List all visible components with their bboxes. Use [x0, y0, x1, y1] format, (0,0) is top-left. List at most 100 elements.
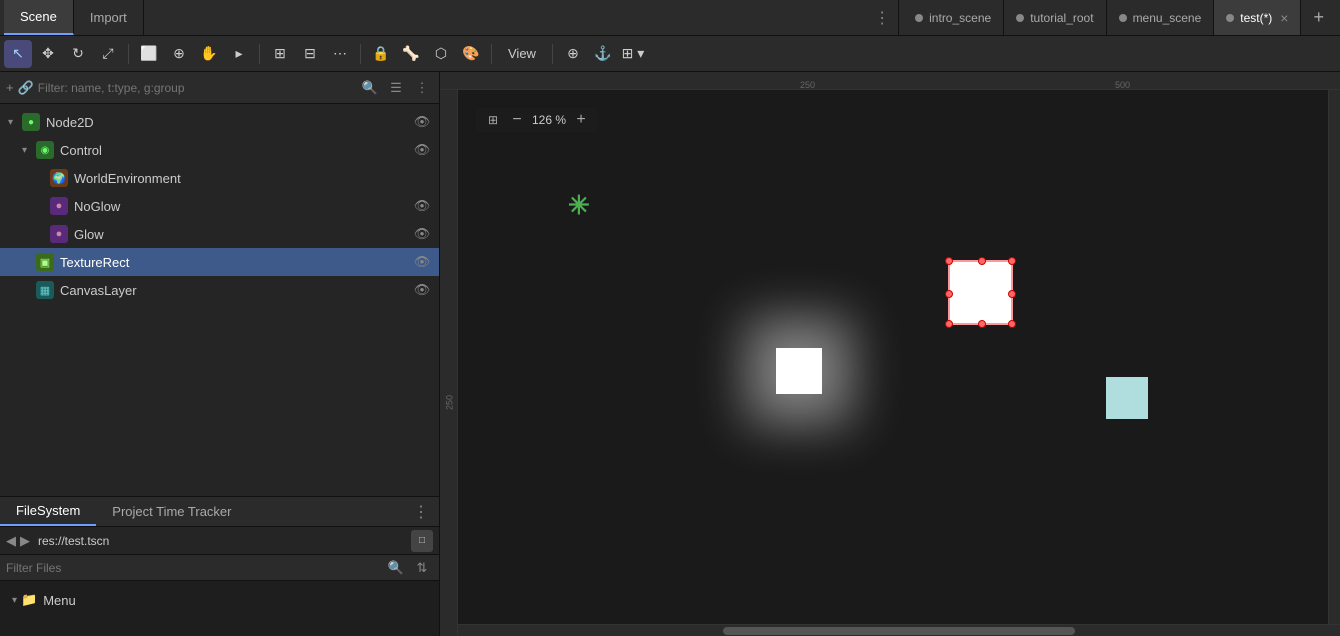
glow-label: Glow [74, 227, 413, 242]
visibility-icon[interactable]: 👁 [413, 142, 431, 158]
tab-intro-scene[interactable]: intro_scene [903, 0, 1004, 35]
tool-anchor[interactable]: ⚓ [589, 40, 617, 68]
tool-scale[interactable]: ⤢ [94, 40, 122, 68]
glow-icon: ● [50, 225, 68, 243]
tool-snap[interactable]: ⋯ [326, 40, 354, 68]
back-icon[interactable]: ◀ [6, 533, 16, 549]
filter-input[interactable] [38, 81, 355, 95]
folder-menu[interactable]: ▾ 📁 Menu [8, 587, 431, 613]
handle-mr[interactable] [1008, 290, 1016, 298]
tool-ruler[interactable]: ▸ [225, 40, 253, 68]
tab-dot [915, 14, 923, 22]
ruler-mark-500: 500 [1115, 80, 1130, 90]
zoom-fit-icon[interactable]: ⊞ [484, 113, 502, 127]
tree-item-texturerect[interactable]: ▶ ▣ TextureRect 👁 [0, 248, 439, 276]
ruler-mark-250: 250 [800, 80, 815, 90]
link-icon[interactable]: 🔗 [18, 80, 34, 96]
worldenv-icon: 🌍 [50, 169, 68, 187]
zoom-minus-btn[interactable]: − [508, 111, 526, 129]
tab-project-time[interactable]: Project Time Tracker [96, 497, 247, 526]
visibility-icon[interactable]: 👁 [413, 198, 431, 214]
tree-item-canvaslayer[interactable]: ▶ ▦ CanvasLayer 👁 [0, 276, 439, 304]
tab-add-button[interactable]: + [1301, 0, 1336, 35]
handle-tm[interactable] [978, 257, 986, 265]
view-button[interactable]: View [498, 40, 546, 68]
ruler-horizontal: 250 500 [440, 72, 1340, 90]
filter-search-icon[interactable]: 🔍 [359, 77, 381, 99]
handle-br[interactable] [1008, 320, 1016, 328]
control-label: Control [60, 143, 413, 158]
tool-pivot[interactable]: ⊕ [165, 40, 193, 68]
tool-select[interactable]: ↖ [4, 40, 32, 68]
tool-move[interactable]: ✥ [34, 40, 62, 68]
scrollbar-horizontal[interactable] [458, 624, 1340, 636]
visibility-icon[interactable]: 👁 [413, 226, 431, 242]
selected-texturerect[interactable] [948, 260, 1013, 325]
canvaslayer-icon: ▦ [36, 281, 54, 299]
visibility-icon[interactable]: 👁 [413, 254, 431, 270]
add-child-icon[interactable]: + [6, 80, 14, 95]
filter-files-row: 🔍 ⇅ [0, 555, 439, 581]
panel-more-icon[interactable]: ⋮ [874, 8, 890, 28]
path-label: res://test.tscn [38, 534, 407, 548]
visibility-icon[interactable]: 👁 [413, 282, 431, 298]
handle-ml[interactable] [945, 290, 953, 298]
zoom-plus-btn[interactable]: + [572, 111, 590, 129]
forward-icon[interactable]: ▶ [20, 533, 30, 549]
texturerect-icon: ▣ [36, 253, 54, 271]
canvaslayer-label: CanvasLayer [60, 283, 413, 298]
visibility-icon[interactable]: 👁 [413, 114, 431, 130]
handle-tr[interactable] [1008, 257, 1016, 265]
tab-test[interactable]: test(*) × [1214, 0, 1301, 35]
scrollbar-vertical[interactable] [1328, 90, 1340, 624]
tool-rotate[interactable]: ↻ [64, 40, 92, 68]
bottom-toolbar: ◀ ▶ res://test.tscn □ [0, 527, 439, 555]
tab-import-label: Import [90, 10, 127, 25]
filter-files-search-icon[interactable]: 🔍 [385, 557, 407, 579]
filter-files-input[interactable] [6, 561, 381, 575]
toolbar-sep-3 [360, 44, 361, 64]
filter-files-sort-icon[interactable]: ⇅ [411, 557, 433, 579]
expand-icon: ▾ [8, 117, 22, 128]
filter-more-icon[interactable]: ⋮ [411, 77, 433, 99]
tool-rect-select[interactable]: ⬜ [135, 40, 163, 68]
tool-group[interactable]: ⊟ [296, 40, 324, 68]
tree-item-node2d[interactable]: ▾ ● Node2D 👁 [0, 108, 439, 136]
scroll-thumb-h[interactable] [723, 627, 1076, 635]
filesystem-icon-btn[interactable]: □ [411, 530, 433, 552]
expand-icon: ▾ [22, 145, 36, 156]
tab-project-time-label: Project Time Tracker [112, 504, 231, 519]
tree-item-control[interactable]: ▾ ◉ Control 👁 [0, 136, 439, 164]
bottom-panel-more[interactable]: ⋮ [403, 497, 439, 526]
handle-bl[interactable] [945, 320, 953, 328]
filter-group-icon[interactable]: ☰ [385, 77, 407, 99]
tool-pan[interactable]: ✋ [195, 40, 223, 68]
tab-tutorial-root[interactable]: tutorial_root [1004, 0, 1106, 35]
white-square-glow [776, 348, 822, 394]
node2d-label: Node2D [46, 115, 413, 130]
tree-item-glow[interactable]: ▶ ● Glow 👁 [0, 220, 439, 248]
tool-lock2[interactable]: 🔒 [367, 40, 395, 68]
tool-paint[interactable]: 🎨 [457, 40, 485, 68]
tab-scene[interactable]: Scene [4, 0, 74, 35]
noglow-label: NoGlow [74, 199, 413, 214]
tab-import[interactable]: Import [74, 0, 144, 35]
tab-filesystem[interactable]: FileSystem [0, 497, 96, 526]
viewport[interactable]: 250 500 250 ⊞ − 126 % + ✳ [440, 72, 1340, 636]
tool-lock[interactable]: ⊞ [266, 40, 294, 68]
tree-item-noglow[interactable]: ▶ ● NoGlow 👁 [0, 192, 439, 220]
handle-tl[interactable] [945, 257, 953, 265]
tool-zoom-add[interactable]: ⊕ [559, 40, 587, 68]
tab-dot [1119, 14, 1127, 22]
tab-dot [1016, 14, 1024, 22]
tool-bone[interactable]: 🦴 [397, 40, 425, 68]
bottom-panel: FileSystem Project Time Tracker ⋮ ◀ ▶ re… [0, 496, 439, 636]
tool-polygon[interactable]: ⬡ [427, 40, 455, 68]
tab-menu-scene[interactable]: menu_scene [1107, 0, 1215, 35]
tab-close-icon[interactable]: × [1280, 11, 1288, 25]
tool-grid[interactable]: ⊞ ▾ [619, 40, 647, 68]
handle-bm[interactable] [978, 320, 986, 328]
tree-item-worldenv[interactable]: ▶ 🌍 WorldEnvironment [0, 164, 439, 192]
tab-menu-label: menu_scene [1133, 11, 1202, 25]
ruler-vertical: 250 [440, 90, 458, 636]
